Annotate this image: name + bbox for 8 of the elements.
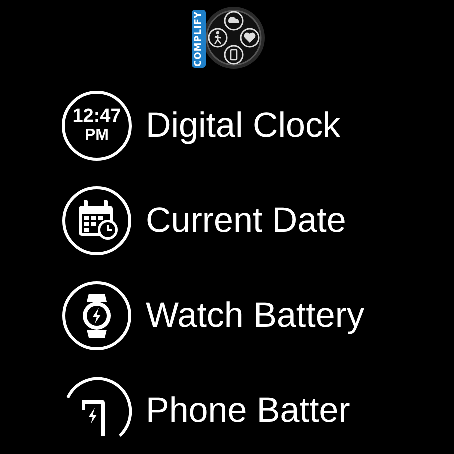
complication-option[interactable]: Current Date bbox=[146, 200, 346, 240]
watch-battery-icon bbox=[62, 280, 132, 350]
clock-icon: 12:47 PM bbox=[62, 90, 132, 160]
complication-option[interactable]: Digital Clock bbox=[146, 106, 340, 146]
complication-option[interactable]: Phone Batter bbox=[146, 390, 350, 430]
complication-option[interactable]: Watch Battery bbox=[146, 296, 364, 336]
logo-text: COMPLIFY bbox=[192, 10, 206, 68]
calendar-clock-icon bbox=[62, 186, 132, 256]
